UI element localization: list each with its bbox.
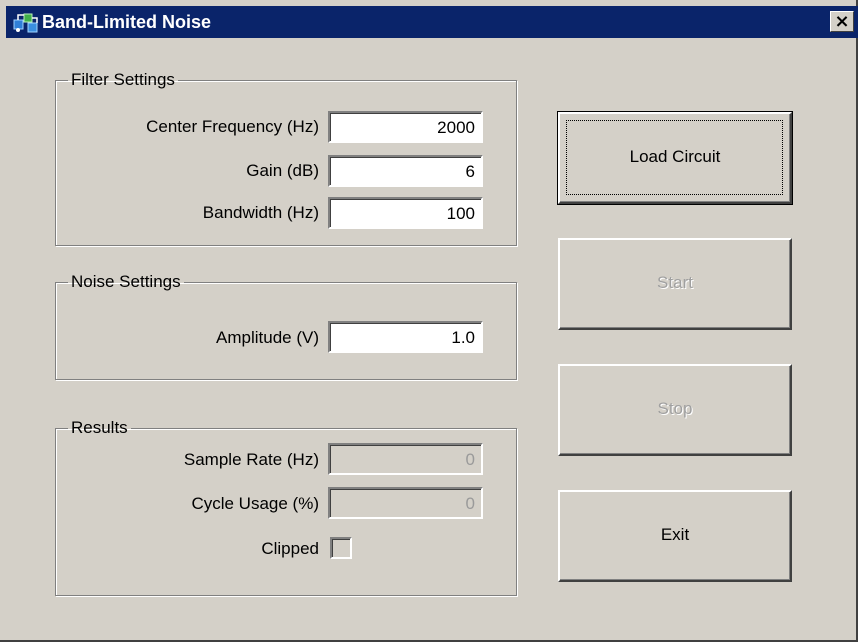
stop-button[interactable]: Stop — [558, 364, 792, 456]
center-frequency-input[interactable]: 2000 — [328, 111, 483, 143]
results-title: Results — [71, 418, 128, 437]
amplitude-input[interactable]: 1.0 — [328, 321, 483, 353]
load-circuit-button[interactable]: Load Circuit — [557, 111, 793, 205]
clipped-label: Clipped — [261, 539, 319, 558]
start-button[interactable]: Start — [558, 238, 792, 330]
clipped-checkbox — [330, 537, 352, 559]
window-title: Band-Limited Noise — [42, 12, 212, 32]
sample-rate-label: Sample Rate (Hz) — [183, 450, 319, 469]
focus-rectangle — [566, 120, 783, 195]
cycle-usage-label: Cycle Usage (%) — [191, 494, 319, 513]
close-icon: × — [834, 11, 850, 32]
cycle-usage-output: 0 — [328, 487, 483, 519]
bandwidth-label: Bandwidth (Hz) — [202, 203, 319, 222]
bandwidth-input[interactable]: 100 — [328, 197, 483, 229]
filter-settings-title: Filter Settings — [71, 70, 175, 89]
dialog-window: Band-Limited Noise × Filter Settings Cen… — [0, 0, 858, 642]
sample-rate-output: 0 — [328, 443, 483, 475]
center-frequency-label: Center Frequency (Hz) — [146, 117, 319, 136]
circuit-app-icon — [12, 10, 40, 34]
gain-label: Gain (dB) — [246, 161, 319, 180]
amplitude-label: Amplitude (V) — [216, 328, 319, 347]
title-bar[interactable]: Band-Limited Noise × — [6, 6, 858, 38]
exit-button[interactable]: Exit — [558, 490, 792, 582]
gain-input[interactable]: 6 — [328, 155, 483, 187]
exit-label: Exit — [660, 525, 690, 544]
start-label: Start — [657, 273, 693, 292]
noise-settings-title: Noise Settings — [71, 272, 181, 291]
close-button[interactable]: × — [830, 11, 854, 32]
stop-label: Stop — [657, 399, 693, 418]
